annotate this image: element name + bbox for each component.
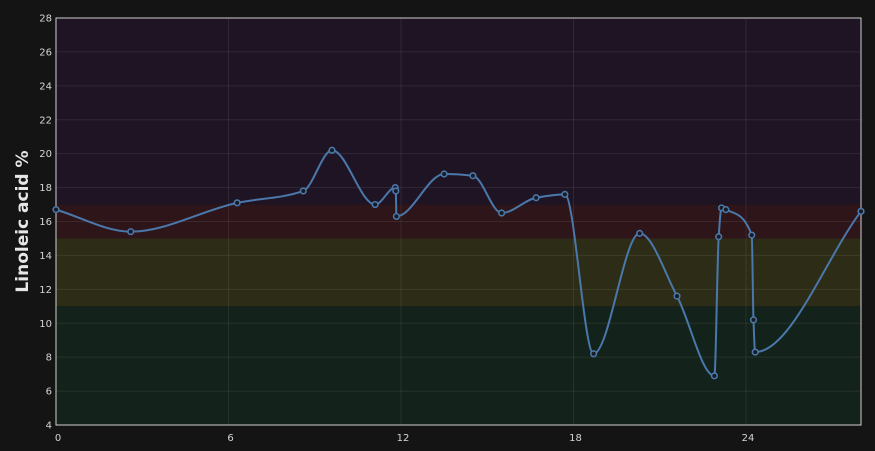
data-point	[392, 187, 400, 195]
x-tick-label: 6	[227, 433, 233, 444]
data-point	[561, 190, 569, 198]
band-3	[56, 18, 861, 205]
y-axis-label: Linoleic acid %	[13, 150, 33, 292]
band-1	[56, 238, 861, 307]
y-tick-label: 14	[39, 251, 52, 262]
y-tick-label: 10	[39, 319, 52, 330]
y-tick-labels: 4 6 8 10 12 14 16 18 20 22 24 26 28	[39, 14, 52, 432]
data-point	[590, 350, 598, 358]
x-tick-label: 0	[55, 433, 61, 444]
data-point	[52, 206, 60, 214]
data-point	[749, 316, 758, 324]
data-point	[392, 212, 401, 221]
data-point	[440, 170, 448, 178]
y-tick-label: 4	[46, 421, 52, 432]
y-tick-label: 24	[39, 81, 52, 92]
x-tick-labels: 0 6 12 18 24	[55, 433, 755, 444]
y-tick-label: 6	[46, 387, 52, 398]
data-point	[127, 228, 135, 236]
data-point	[715, 233, 723, 241]
y-tick-label: 26	[39, 47, 52, 58]
y-tick-label: 8	[46, 353, 52, 364]
data-point	[857, 207, 865, 215]
data-point	[722, 206, 730, 214]
line-chart: 4 6 8 10 12 14 16 18 20 22 24 26 28 0 6 12 18 24 Linolei…	[13, 14, 865, 444]
y-tick-label: 12	[39, 285, 52, 296]
y-tick-label: 16	[39, 217, 52, 228]
data-point	[532, 194, 540, 202]
data-point	[469, 172, 477, 180]
band-0	[56, 306, 861, 425]
x-tick-label: 12	[397, 433, 410, 444]
data-point	[751, 348, 759, 356]
y-tick-label: 20	[39, 149, 52, 160]
data-point	[233, 199, 241, 207]
data-point	[328, 146, 336, 154]
data-point	[748, 231, 756, 239]
y-tick-label: 18	[39, 183, 52, 194]
data-point	[371, 200, 379, 209]
data-point	[299, 187, 307, 195]
x-tick-label: 18	[569, 433, 582, 444]
data-point	[710, 372, 718, 380]
data-point	[498, 209, 506, 217]
data-point	[673, 292, 681, 300]
y-tick-label: 22	[39, 115, 52, 126]
data-point	[636, 229, 644, 237]
y-tick-label: 28	[39, 14, 52, 25]
x-tick-label: 24	[742, 433, 755, 444]
